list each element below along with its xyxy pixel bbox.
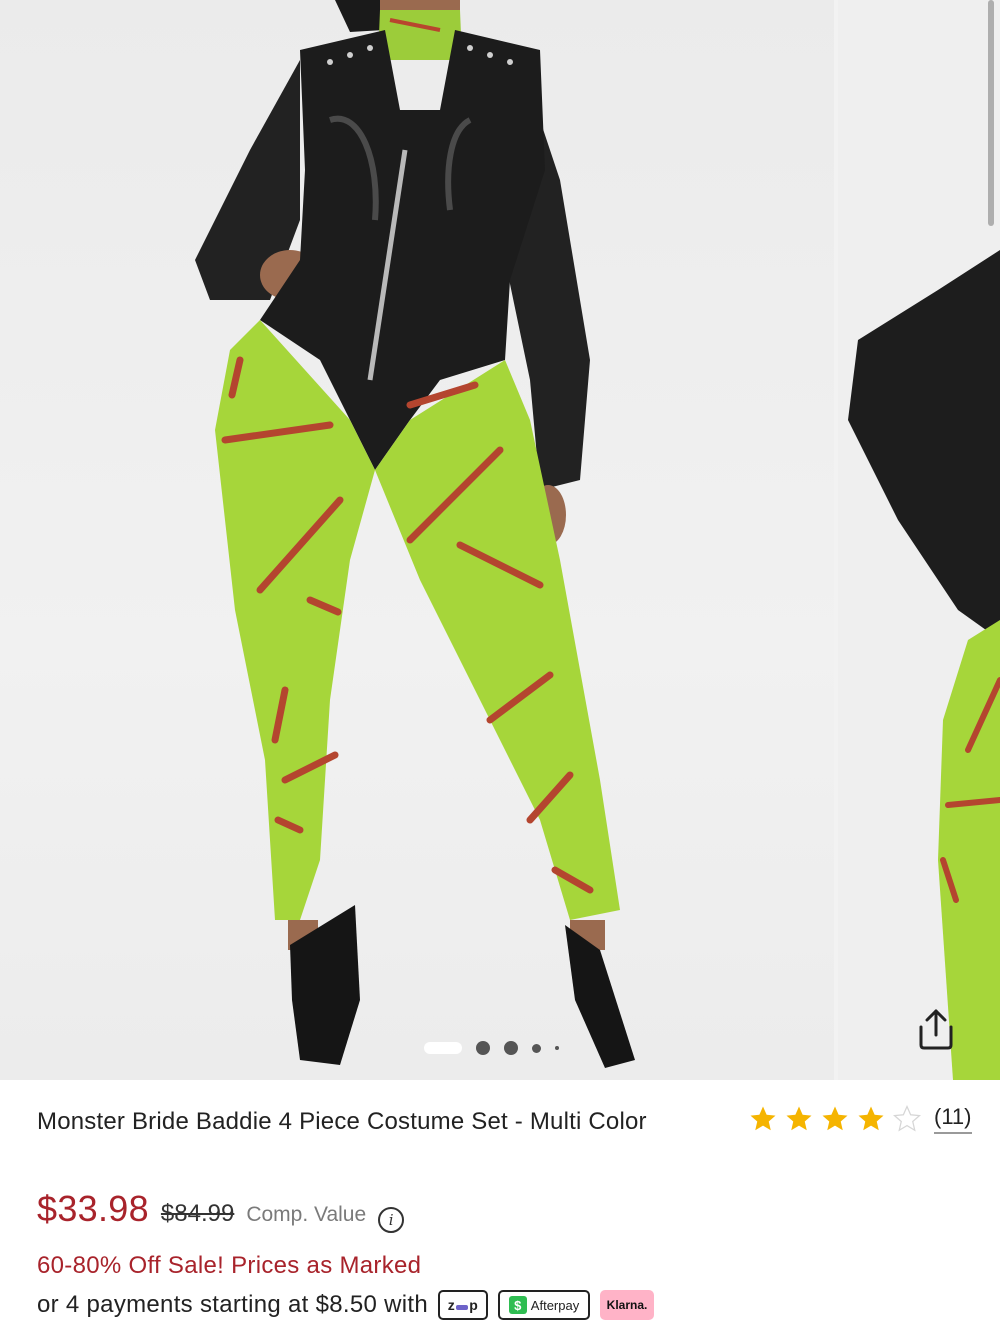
costume-photo-next: [848, 250, 1000, 1080]
price-row: $33.98 $84.99 Comp. Value i: [37, 1188, 405, 1233]
zip-badge[interactable]: zp: [438, 1290, 489, 1320]
afterpay-badge[interactable]: $ Afterpay: [498, 1290, 591, 1320]
product-image-main[interactable]: [0, 0, 834, 1080]
payments-text: or 4 payments starting at $8.50 with: [37, 1291, 429, 1318]
image-carousel[interactable]: [0, 0, 1000, 1080]
carousel-dot[interactable]: [504, 1041, 518, 1055]
klarna-label: Klarna.: [606, 1298, 648, 1312]
carousel-dot[interactable]: [476, 1041, 490, 1055]
info-icon[interactable]: i: [378, 1207, 405, 1233]
product-rating[interactable]: (11): [746, 1104, 972, 1134]
product-info: Monster Bride Baddie 4 Piece Costume Set…: [0, 1080, 1000, 1333]
costume-photo: [195, 0, 635, 1068]
review-count-link[interactable]: (11): [934, 1104, 972, 1134]
carousel-dot[interactable]: [555, 1046, 559, 1050]
comp-value-label: Comp. Value: [246, 1203, 367, 1226]
star-filled-icon: [822, 1106, 848, 1131]
share-icon: [919, 1009, 953, 1050]
star-empty-icon: [892, 1104, 922, 1132]
carousel-dots: [424, 1038, 559, 1058]
product-image-next[interactable]: [838, 0, 1000, 1080]
star-filled-icon: [750, 1106, 776, 1131]
carousel-dot-active[interactable]: [424, 1042, 462, 1054]
klarna-badge[interactable]: Klarna.: [600, 1290, 655, 1320]
product-page: Monster Bride Baddie 4 Piece Costume Set…: [0, 0, 1000, 1333]
scrollbar[interactable]: [988, 0, 994, 226]
original-price: $84.99: [160, 1200, 235, 1227]
afterpay-label: Afterpay: [530, 1297, 580, 1313]
zip-label: zp: [447, 1297, 479, 1313]
star-filled-icon: [786, 1106, 812, 1131]
share-button[interactable]: [912, 1006, 960, 1052]
product-title: Monster Bride Baddie 4 Piece Costume Set…: [37, 1108, 647, 1135]
carousel-dot[interactable]: [532, 1043, 541, 1053]
sale-price: $33.98: [37, 1188, 149, 1229]
star-filled-icon: [858, 1106, 884, 1131]
promo-text: 60-80% Off Sale! Prices as Marked: [37, 1252, 422, 1279]
afterpay-icon: $: [508, 1296, 527, 1314]
payment-options: or 4 payments starting at $8.50 with zp …: [37, 1290, 655, 1320]
